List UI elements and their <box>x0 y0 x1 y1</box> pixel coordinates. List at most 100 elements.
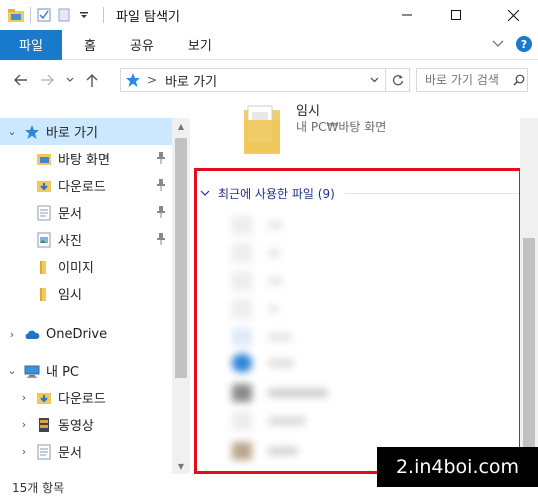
chevron-right-icon[interactable]: › <box>16 418 32 431</box>
sidebar-item-label: 사진 <box>58 234 82 249</box>
list-item[interactable] <box>232 214 282 236</box>
recent-files-title: 최근에 사용한 파일 (9) <box>218 186 335 201</box>
forward-button[interactable] <box>34 66 62 94</box>
sidebar-item-label: 다운로드 <box>58 392 106 407</box>
list-item[interactable] <box>232 410 306 432</box>
address-field[interactable]: > 바로 가기 <box>120 68 410 92</box>
sidebar-item-documents[interactable]: 문서 <box>0 199 172 226</box>
tab-file[interactable]: 파일 <box>0 29 62 60</box>
pin-icon[interactable] <box>156 152 166 164</box>
sidebar-item-onedrive[interactable]: › OneDrive <box>0 321 172 348</box>
list-item[interactable] <box>232 242 280 264</box>
watermark: 2.in4boi.com <box>377 447 538 487</box>
document-folder-icon <box>37 444 51 459</box>
chevron-right-icon[interactable]: › <box>16 445 32 458</box>
download-folder-icon <box>37 392 51 404</box>
sidebar-scrollbar[interactable]: ▲ ▼ <box>172 118 190 474</box>
breadcrumb-separator: > <box>147 73 158 87</box>
search-input[interactable] <box>425 73 513 87</box>
sidebar-item-label: 바로 가기 <box>46 126 98 141</box>
chevron-right-icon[interactable]: › <box>4 328 20 341</box>
sidebar-item-label: 문서 <box>58 446 82 461</box>
folder-icon[interactable] <box>242 102 282 154</box>
search-icon[interactable] <box>513 74 525 86</box>
chevron-right-icon[interactable]: › <box>16 391 32 404</box>
sidebar-item-pictures[interactable]: 사진 <box>0 226 172 253</box>
download-folder-icon <box>37 180 51 192</box>
recent-files-header[interactable]: 최근에 사용한 파일 (9) <box>200 184 520 202</box>
sidebar-item-desktop[interactable]: 바탕 화면 <box>0 145 172 172</box>
cloud-icon <box>25 330 40 339</box>
properties-icon[interactable] <box>37 8 51 22</box>
scroll-up-icon[interactable]: ▲ <box>172 118 190 134</box>
pin-icon[interactable] <box>156 206 166 218</box>
divider <box>103 7 104 23</box>
up-button[interactable] <box>78 66 106 94</box>
divider <box>30 7 31 23</box>
list-item[interactable] <box>232 326 292 348</box>
star-icon <box>25 124 39 139</box>
tab-share[interactable]: 공유 <box>130 35 154 54</box>
list-item[interactable] <box>232 440 298 462</box>
address-bar: > 바로 가기 <box>0 60 538 100</box>
tab-view[interactable]: 보기 <box>188 35 212 54</box>
new-folder-icon[interactable] <box>57 8 71 22</box>
minimize-button[interactable] <box>384 0 430 30</box>
computer-icon <box>24 365 40 378</box>
sidebar-item-pc-documents[interactable]: › 문서 <box>0 438 172 465</box>
sidebar-item-label: OneDrive <box>46 327 108 342</box>
sidebar-item-videos[interactable]: › 동영상 <box>0 411 172 438</box>
sidebar-item-label: 다운로드 <box>58 180 106 195</box>
list-item[interactable] <box>232 298 278 320</box>
chevron-down-icon[interactable]: ⌄ <box>4 125 20 138</box>
desktop-folder-icon <box>37 153 51 165</box>
ribbon: 파일 홈 공유 보기 ? <box>0 29 538 60</box>
divider <box>344 192 520 194</box>
window-title: 파일 탐색기 <box>116 9 180 25</box>
video-folder-icon <box>39 417 49 432</box>
content-scrollbar[interactable] <box>520 118 538 474</box>
star-icon <box>126 73 140 87</box>
recent-locations-icon[interactable] <box>62 66 78 94</box>
back-button[interactable] <box>6 66 34 94</box>
address-dropdown-icon[interactable] <box>370 77 379 83</box>
expand-ribbon-icon[interactable] <box>492 40 504 48</box>
folder-path: 내 PC₩바탕 화면 <box>296 120 387 134</box>
list-item[interactable] <box>232 352 294 374</box>
help-icon[interactable]: ? <box>516 36 532 52</box>
sidebar-item-this-pc[interactable]: ⌄ 내 PC <box>0 357 172 384</box>
close-button[interactable] <box>490 0 536 30</box>
scrollbar-thumb[interactable] <box>175 138 187 378</box>
tab-home[interactable]: 홈 <box>84 35 96 54</box>
sidebar-item-quick-access[interactable]: ⌄ 바로 가기 <box>0 118 172 145</box>
sidebar-item-pc-downloads[interactable]: › 다운로드 <box>0 384 172 411</box>
pin-icon[interactable] <box>156 179 166 191</box>
sidebar-item-label: 문서 <box>58 207 82 222</box>
sidebar-item-label: 동영상 <box>58 419 94 434</box>
pin-icon[interactable] <box>156 233 166 245</box>
sidebar-item-temp[interactable]: 임시 <box>0 280 172 307</box>
refresh-icon <box>392 75 403 86</box>
scroll-down-icon[interactable]: ▼ <box>172 458 190 474</box>
folder-app-icon <box>8 9 24 22</box>
maximize-button[interactable] <box>433 0 479 30</box>
sidebar-item-label: 바탕 화면 <box>58 153 110 168</box>
content-pane: 임시 내 PC₩바탕 화면 최근에 사용한 파일 (9) <box>190 100 538 474</box>
document-folder-icon <box>37 205 51 220</box>
chevron-down-icon[interactable]: ⌄ <box>4 364 20 377</box>
search-box[interactable] <box>416 68 528 92</box>
breadcrumb-quick-access[interactable]: 바로 가기 <box>165 71 217 90</box>
sidebar-item-downloads[interactable]: 다운로드 <box>0 172 172 199</box>
refresh-button[interactable] <box>385 69 409 91</box>
folder-name[interactable]: 임시 <box>296 100 320 119</box>
scrollbar-thumb[interactable] <box>523 238 535 458</box>
sidebar-item-images[interactable]: 이미지 <box>0 253 172 280</box>
customize-toolbar-icon[interactable] <box>77 8 91 22</box>
sidebar-item-label: 이미지 <box>58 261 94 276</box>
chevron-down-icon[interactable] <box>200 190 210 197</box>
folder-icon <box>40 260 46 274</box>
list-item[interactable] <box>232 382 328 404</box>
title-bar: 파일 탐색기 <box>0 0 538 30</box>
list-item[interactable] <box>232 270 282 292</box>
navigation-pane: ⌄ 바로 가기 바탕 화면 다운로드 문서 사진 이미지 임시 › OneDri… <box>0 118 190 474</box>
